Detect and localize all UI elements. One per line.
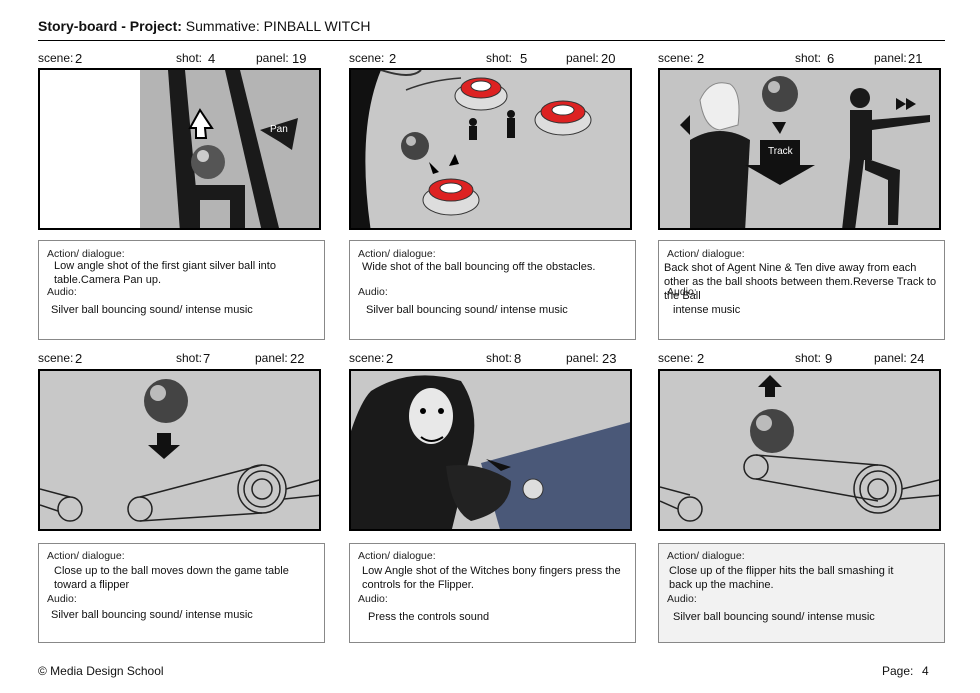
description-box: Action/ dialogue: Wide shot of the ball … <box>349 240 636 340</box>
audio-text: Silver ball bouncing sound/ intense musi… <box>366 304 568 316</box>
panel-label: panel: <box>566 351 599 365</box>
action-label: Action/ dialogue: <box>358 248 436 260</box>
audio-label: Audio: <box>47 593 77 605</box>
pan-arrow-label: Pan <box>270 124 288 135</box>
scene-label: scene: <box>658 351 694 365</box>
panel-meta: scene: 2 shot: 6 panel: 21 <box>658 51 945 67</box>
shot-value: 8 <box>514 351 522 366</box>
panel-value: 20 <box>601 51 616 66</box>
audio-text: Press the controls sound <box>368 611 490 623</box>
audio-text: intense music <box>673 304 741 316</box>
scene-value: 2 <box>75 351 83 366</box>
shot-label: shot: <box>795 51 822 65</box>
copyright: © Media Design School <box>38 664 164 678</box>
scene-label: scene: <box>349 51 385 65</box>
panel-value: 24 <box>910 351 925 366</box>
panel-value: 22 <box>290 351 305 366</box>
header-divider <box>38 40 945 41</box>
storyboard-frame <box>38 369 321 531</box>
action-label: Action/ dialogue: <box>667 550 745 562</box>
panel-label: panel: <box>256 51 289 65</box>
panel-value: 21 <box>908 51 923 66</box>
shot-label: shot: <box>795 351 822 365</box>
action-text: Wide shot of the ball bouncing off the o… <box>362 261 596 273</box>
panel-value: 23 <box>602 351 617 366</box>
shot-value: 9 <box>825 351 833 366</box>
storyboard-frame <box>349 369 632 531</box>
header-prefix: Story-board - Project: <box>38 18 182 34</box>
description-box: Action/ dialogue: Low Angle shot of the … <box>349 543 636 643</box>
scene-value: 2 <box>75 51 83 66</box>
audio-label: Audio: <box>667 286 697 298</box>
audio-label: Audio: <box>358 286 388 298</box>
scene-label: scene: <box>349 351 385 365</box>
action-label: Action/ dialogue: <box>358 550 436 562</box>
scene-value: 2 <box>697 351 705 366</box>
scene-label: scene: <box>38 351 74 365</box>
bumper <box>422 178 480 216</box>
description-box: Action/ dialogue: Close up of the flippe… <box>658 543 945 643</box>
track-arrow-label: Track <box>768 146 794 157</box>
audio-text: Silver ball bouncing sound/ intense musi… <box>51 609 253 621</box>
scene-value: 2 <box>697 51 705 66</box>
panel-meta: scene: 2 shot: 5 panel: 20 <box>349 51 636 67</box>
storyboard-frame <box>658 369 941 531</box>
panel-meta: scene: 2 shot: 4 panel: 19 <box>38 51 325 67</box>
panel-label: panel: <box>874 351 907 365</box>
panel-label: panel: <box>566 51 599 65</box>
audio-text: Silver ball bouncing sound/ intense musi… <box>673 611 875 623</box>
storyboard-frame: Track <box>658 68 941 230</box>
header-title: Story-board - Project: Summative: PINBAL… <box>38 18 370 34</box>
audio-label: Audio: <box>667 593 697 605</box>
action-text: Back shot of Agent Nine & Ten dive away … <box>664 262 937 302</box>
page-label: Page: <box>882 664 914 678</box>
scene-value: 2 <box>389 51 397 66</box>
shot-value: 4 <box>208 51 216 66</box>
audio-label: Audio: <box>358 593 388 605</box>
panel-meta: scene: 2 shot: 8 panel: 23 <box>349 351 636 367</box>
audio-text: Silver ball bouncing sound/ intense musi… <box>51 304 253 316</box>
page-number: 4 <box>922 664 929 678</box>
shot-label: shot: <box>486 351 513 365</box>
action-text: Close up of the flipper hits the ball sm… <box>669 565 894 591</box>
action-text: Close up to the ball moves down the game… <box>54 565 289 591</box>
storyboard-frame <box>349 68 632 230</box>
panel-value: 19 <box>292 51 307 66</box>
panel-meta: scene: 2 shot: 9 panel: 24 <box>658 351 945 367</box>
panel-meta: scene: 2 shot: 7 panel: 22 <box>38 351 325 367</box>
description-box: Action/ dialogue: Low angle shot of the … <box>38 240 325 340</box>
shot-label: shot: <box>176 351 203 365</box>
shot-label: shot: <box>486 51 513 65</box>
panel-label: panel: <box>255 351 288 365</box>
shot-value: 7 <box>203 351 211 366</box>
action-label: Action/ dialogue: <box>47 550 125 562</box>
description-box: Action/ dialogue: Back shot of Agent Nin… <box>658 240 945 340</box>
scene-label: scene: <box>658 51 694 65</box>
scene-label: scene: <box>38 51 74 65</box>
storyboard-frame: Pan <box>38 68 321 230</box>
shot-value: 5 <box>520 51 528 66</box>
scene-value: 2 <box>386 351 394 366</box>
action-label: Action/ dialogue: <box>667 248 745 260</box>
audio-label: Audio: <box>47 286 77 298</box>
shot-label: shot: <box>176 51 203 65</box>
description-box: Action/ dialogue: Close up to the ball m… <box>38 543 325 643</box>
project-name: Summative: PINBALL WITCH <box>185 18 371 34</box>
panel-label: panel: <box>874 51 907 65</box>
action-text: Low Angle shot of the Witches bony finge… <box>362 565 621 591</box>
shot-value: 6 <box>827 51 835 66</box>
action-text: Low angle shot of the first giant silver… <box>54 260 276 286</box>
